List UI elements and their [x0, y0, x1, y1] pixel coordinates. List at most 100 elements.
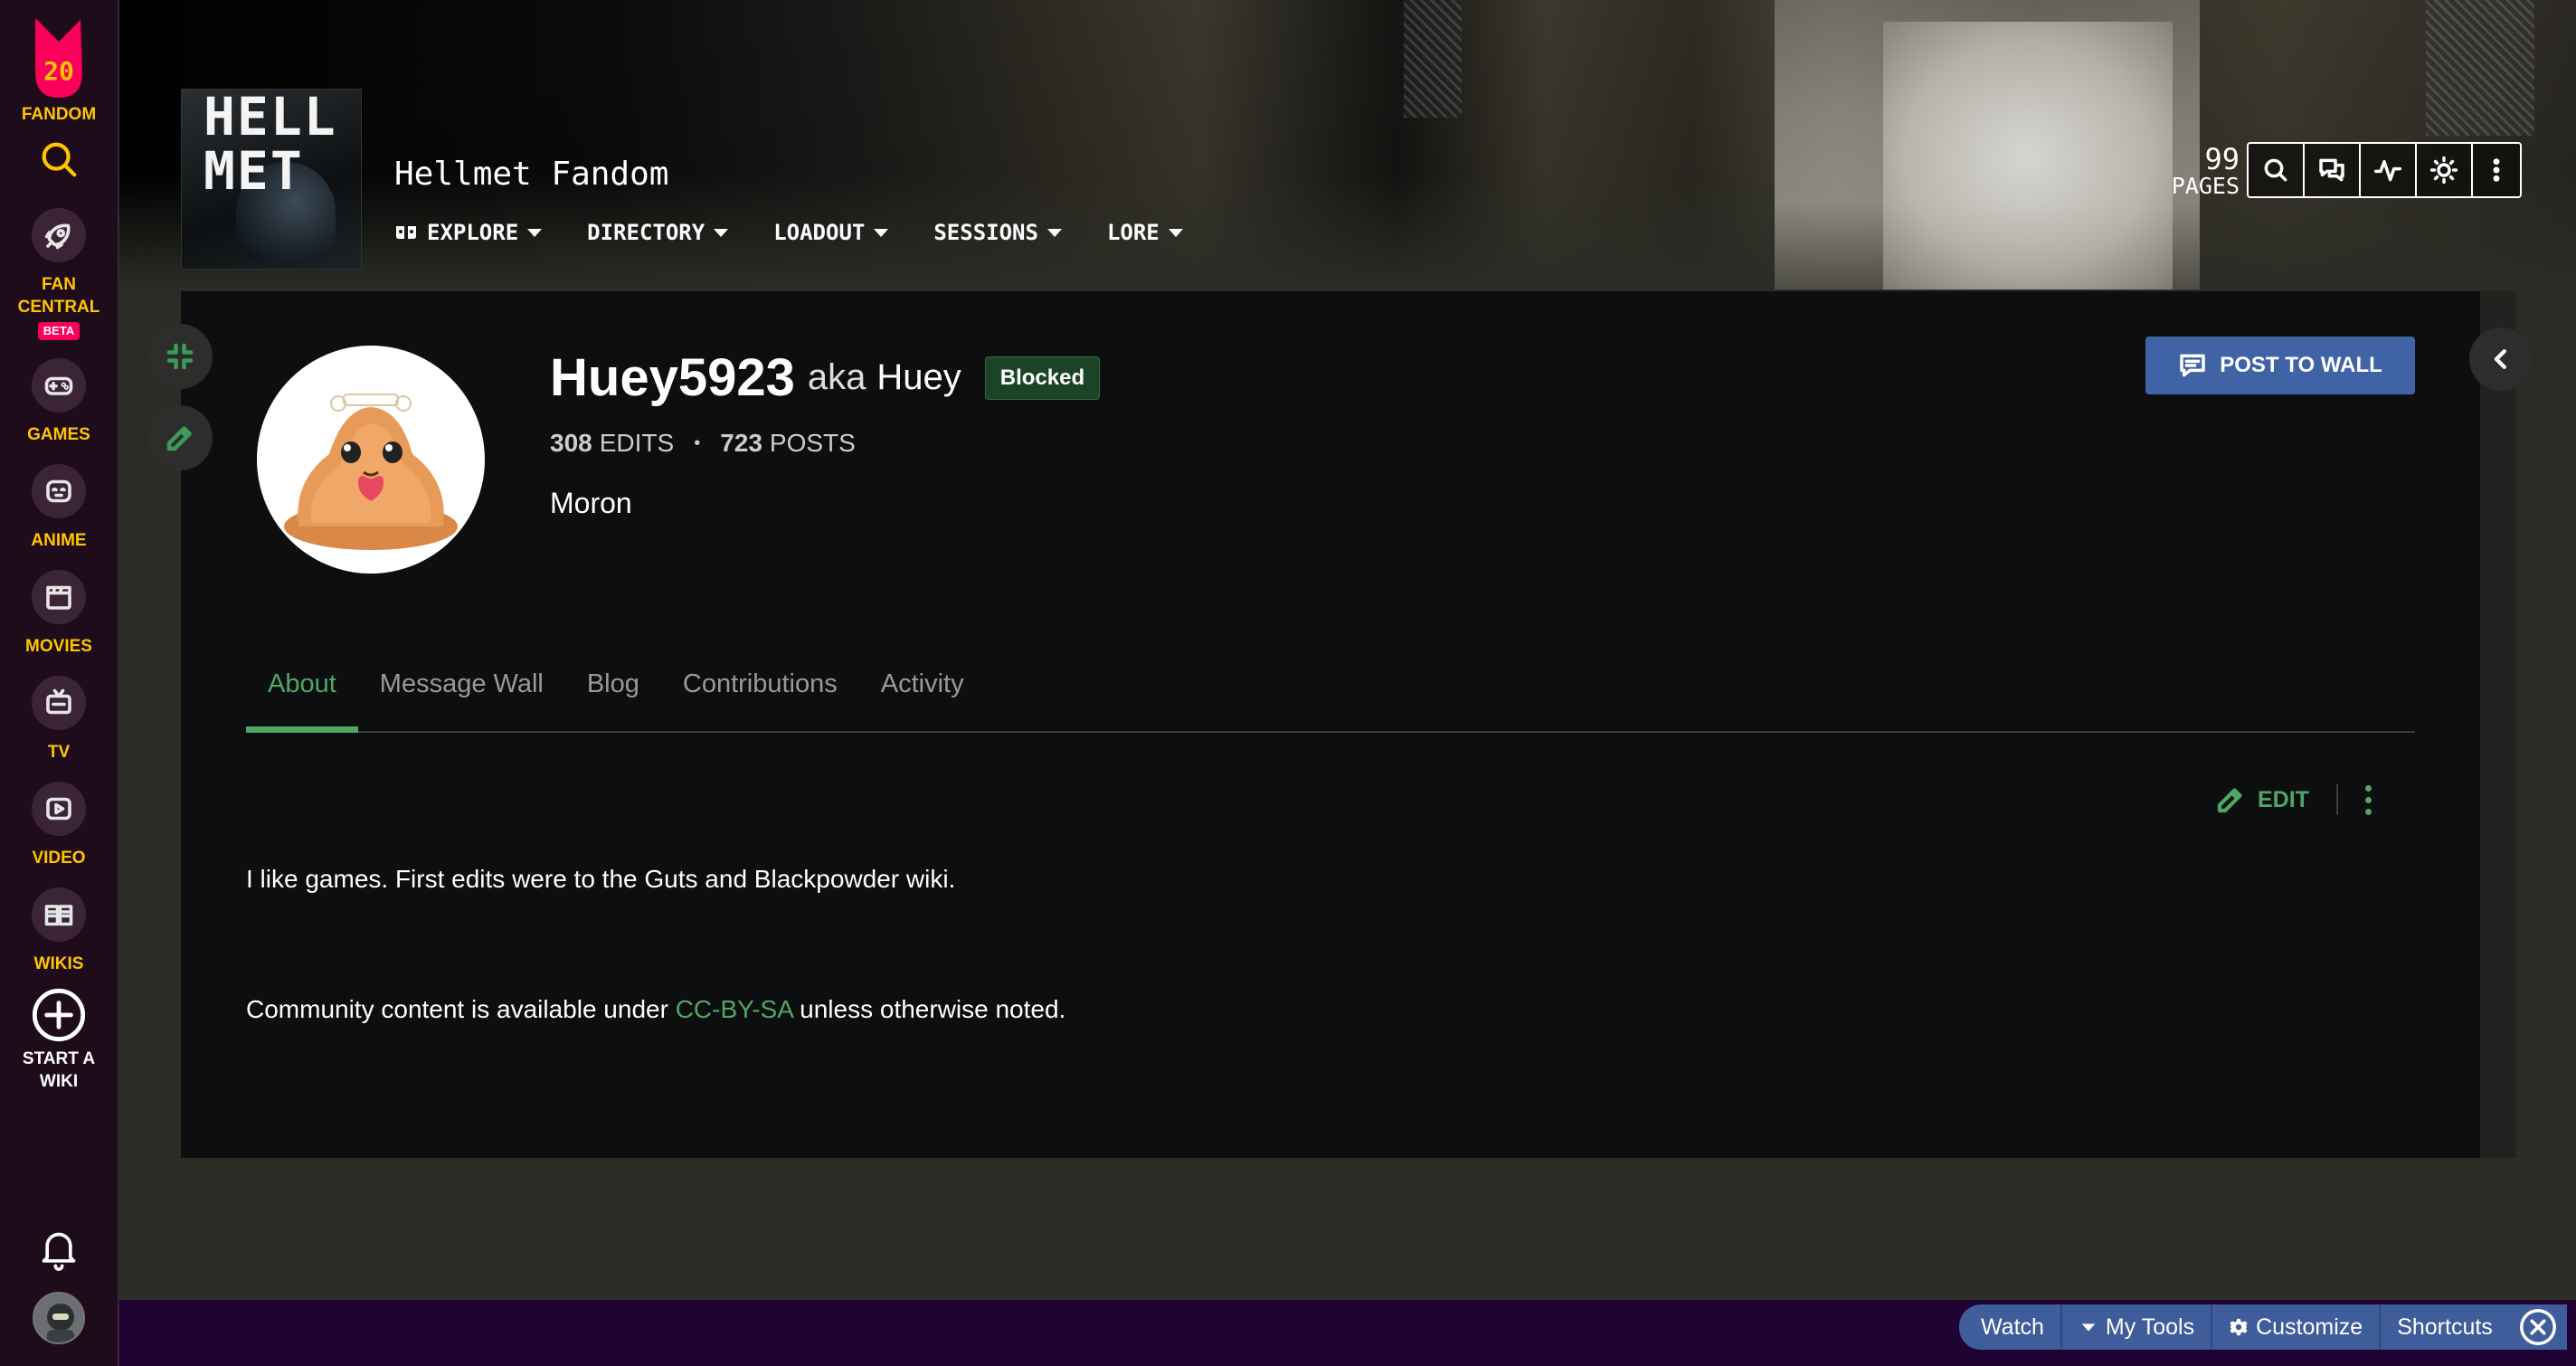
background-image-door-light [1883, 22, 2173, 289]
nav-directory[interactable]: DIRECTORY [587, 220, 729, 245]
collapse-content-button[interactable] [147, 324, 213, 389]
post-to-wall-button[interactable]: POST TO WALL [2145, 337, 2415, 394]
page-count: 99 PAGES [2160, 145, 2240, 199]
gnav-video[interactable]: VIDEO [32, 782, 86, 869]
gamepad-icon [32, 358, 86, 413]
gnav-tv[interactable]: TV [32, 676, 86, 764]
gnav-label-fan-central: FAN CENTRAL [17, 275, 100, 317]
search-icon [2264, 158, 2287, 182]
dot [2365, 796, 2372, 803]
about-actions: EDIT [2214, 783, 2374, 816]
gnav-anime[interactable]: ANIME [31, 464, 87, 552]
edit-about-button[interactable]: EDIT [2214, 783, 2309, 816]
pencil-icon [2217, 788, 2242, 813]
gnav-wikis[interactable]: WIKIS [32, 887, 86, 975]
edit-label: EDIT [2258, 786, 2309, 812]
recent-activity-button[interactable] [2361, 144, 2417, 196]
post-to-wall-label: POST TO WALL [2220, 353, 2382, 377]
chevron-left-icon [2494, 349, 2506, 369]
close-toolbar-button[interactable] [2520, 1309, 2556, 1345]
background-image-window-left [1404, 0, 1462, 118]
nav-directory-label: DIRECTORY [587, 220, 706, 245]
gnav-movies[interactable]: MOVIES [25, 570, 92, 658]
nav-sessions[interactable]: SESSIONS [933, 220, 1062, 245]
compress-icon [166, 343, 194, 370]
discussions-button[interactable] [2305, 144, 2361, 196]
anime-face-icon [31, 464, 86, 518]
tab-blog[interactable]: Blog [565, 666, 661, 733]
license-suffix: unless otherwise noted. [792, 995, 1066, 1023]
customize-label: Customize [2256, 1314, 2363, 1340]
wiki-search-button[interactable] [2249, 144, 2305, 196]
gnav-games[interactable]: GAMES [27, 358, 90, 446]
vertical-dots-icon [2493, 158, 2500, 182]
edits-count: 308 [550, 429, 592, 457]
book-icon [32, 887, 86, 942]
beta-badge: BETA [37, 322, 80, 340]
nav-loadout[interactable]: LOADOUT [773, 220, 889, 245]
my-tools-button[interactable]: My Tools [2062, 1304, 2213, 1350]
shortcuts-button[interactable]: Shortcuts [2381, 1304, 2509, 1350]
sun-icon [2429, 156, 2458, 185]
my-tools-label: My Tools [2105, 1314, 2195, 1340]
profile-avatar [257, 346, 485, 574]
aka-name: Huey [876, 357, 961, 397]
fandom-logo[interactable]: 20 FANDOM [22, 14, 96, 126]
svg-text:20: 20 [43, 56, 74, 86]
gnav-label-start-a-wiki: START A WIKI [22, 1049, 96, 1091]
shortcuts-label: Shortcuts [2397, 1314, 2493, 1340]
toggle-right-rail-button[interactable] [2469, 327, 2533, 391]
tab-activity[interactable]: Activity [859, 666, 986, 733]
chevron-down-icon [527, 228, 543, 237]
watch-button[interactable]: Watch [1965, 1304, 2062, 1350]
nav-explore[interactable]: EXPLORE [394, 220, 543, 245]
more-options-button[interactable] [2473, 144, 2520, 196]
tab-about[interactable]: About [246, 666, 358, 733]
wiki-title[interactable]: Hellmet Fandom [394, 156, 668, 193]
wiki-navigation: EXPLORE DIRECTORY LOADOUT SESSIONS LORE [394, 220, 1228, 245]
tv-icon [32, 676, 86, 730]
tab-contributions[interactable]: Contributions [661, 666, 859, 733]
gear-icon [2230, 1318, 2248, 1336]
wiki-logo-text: HELL MET [204, 89, 337, 202]
license-link[interactable]: CC-BY-SA [676, 995, 793, 1023]
blocked-badge: Blocked [984, 356, 1101, 400]
wiki-tools-toolbar [2247, 142, 2522, 198]
profile-tabs: About Message Wall Blog Contributions Ac… [246, 666, 2415, 733]
message-bubble-icon [2180, 354, 2205, 377]
user-avatar-menu[interactable] [33, 1292, 85, 1344]
customize-button[interactable]: Customize [2212, 1304, 2382, 1350]
search-button[interactable] [38, 138, 80, 185]
page-count-number: 99 [2204, 142, 2240, 176]
search-icon [42, 142, 77, 177]
avatar [34, 1294, 83, 1342]
chevron-down-icon [714, 228, 729, 237]
about-bio: I like games. First edits were to the Gu… [246, 865, 956, 893]
theme-toggle-button[interactable] [2417, 144, 2473, 196]
gnav-label-movies: MOVIES [25, 637, 92, 656]
tab-message-wall[interactable]: Message Wall [358, 666, 565, 733]
gnav-start-a-wiki[interactable]: START A WIKI [23, 986, 95, 1093]
gnav-fan-central[interactable]: FAN CENTRAL BETA [17, 208, 100, 340]
posts-label: POSTS [769, 429, 856, 457]
nav-sessions-label: SESSIONS [933, 220, 1038, 245]
nav-lore[interactable]: LORE [1107, 220, 1183, 245]
watch-label: Watch [1981, 1314, 2044, 1340]
plus-circle-icon [32, 988, 86, 1042]
edit-page-button[interactable] [147, 405, 213, 470]
license-notice: Community content is available under CC-… [246, 995, 1065, 1024]
license-prefix: Community content is available under [246, 995, 676, 1023]
gnav-label-wikis: WIKIS [33, 954, 84, 973]
activity-icon [2373, 159, 2402, 182]
wiki-logo[interactable]: HELL MET [181, 89, 362, 270]
global-navigation: 20 FANDOM FAN CENTRAL BETA GAMES ANIME M… [0, 0, 119, 1366]
bell-icon [42, 1232, 76, 1271]
dot [2365, 808, 2372, 815]
gnav-label-tv: TV [47, 743, 71, 762]
gnav-label-video: VIDEO [32, 849, 86, 868]
video-play-icon [32, 782, 86, 836]
about-more-options-button[interactable] [2363, 784, 2374, 815]
chevron-down-icon [874, 228, 889, 237]
notifications-button[interactable] [39, 1227, 79, 1276]
nav-loadout-label: LOADOUT [773, 220, 866, 245]
